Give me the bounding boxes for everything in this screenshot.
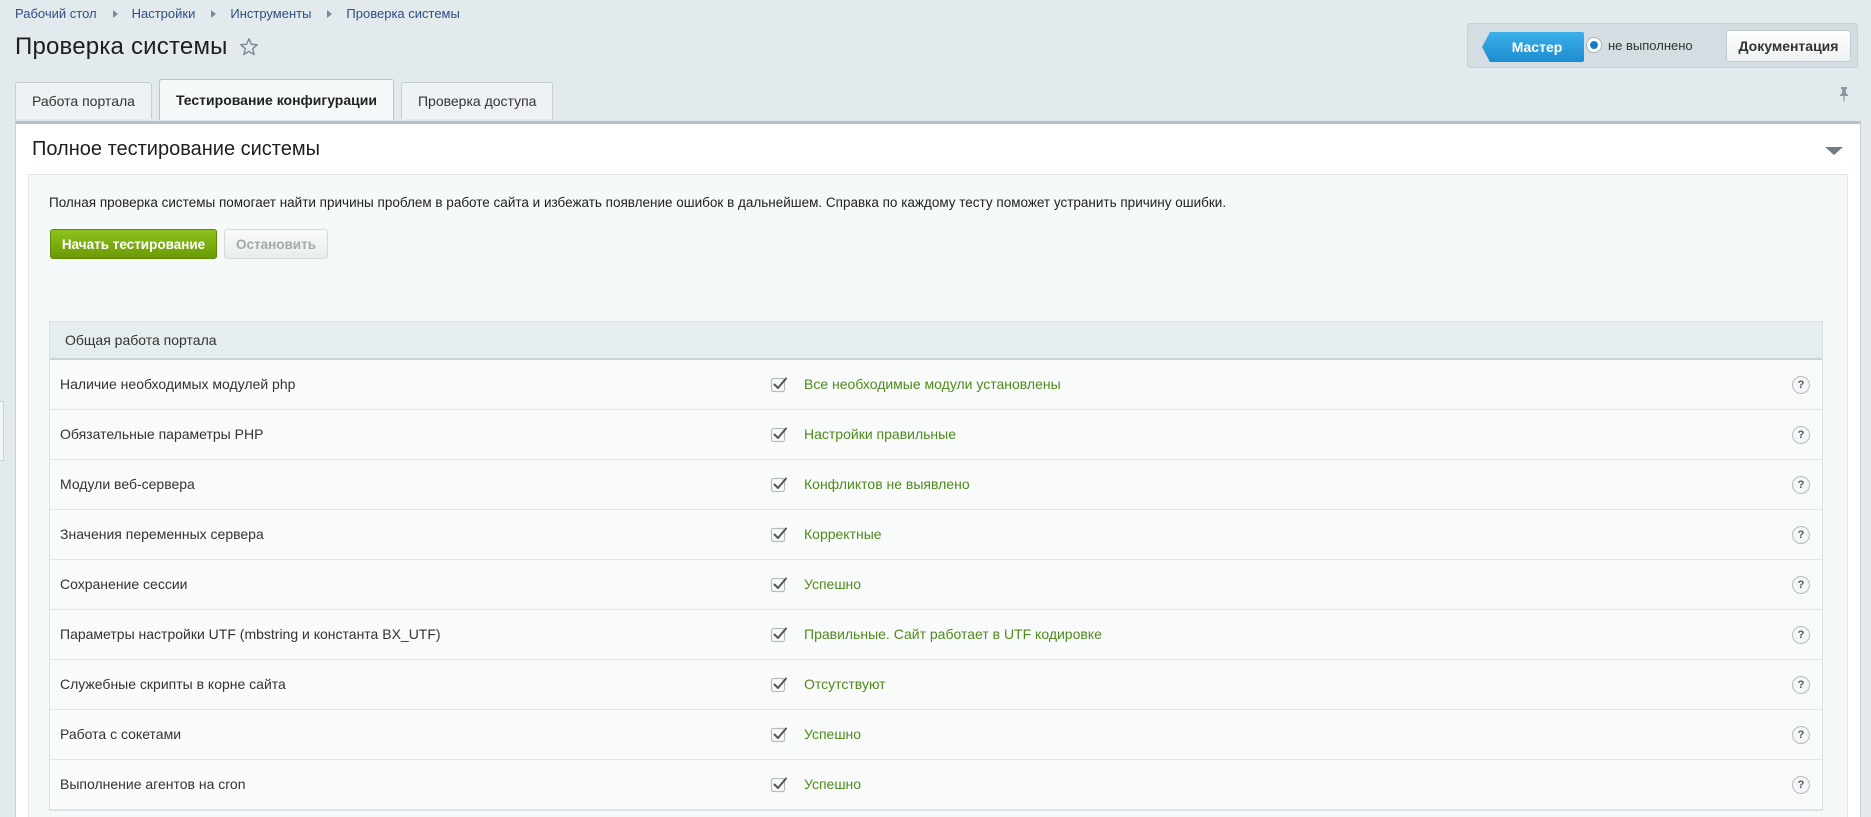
table-row: Обязательные параметры PHP Настройки прав… (50, 410, 1822, 460)
table-row: Значения переменных сервера Корректные? (50, 510, 1822, 560)
help-icon[interactable]: ? (1792, 426, 1810, 444)
test-result: Правильные. Сайт работает в UTF кодировк… (804, 626, 1102, 642)
section-title: Полное тестирование системы (32, 138, 320, 160)
help-icon[interactable]: ? (1792, 576, 1810, 594)
wizard-panel: Мастер не выполнено Документация (1467, 23, 1858, 68)
test-name: Значения переменных сервера (60, 526, 264, 542)
page-title: Проверка системы (15, 33, 228, 60)
test-result: Настройки правильные (804, 426, 956, 442)
pin-icon[interactable] (1836, 86, 1852, 102)
star-icon[interactable] (238, 36, 260, 58)
help-icon[interactable]: ? (1792, 476, 1810, 494)
tabs: Работа портала Тестирование конфигурации… (15, 78, 560, 120)
documentation-button[interactable]: Документация (1726, 30, 1851, 62)
test-result: Отсутствуют (804, 676, 886, 692)
side-panel-handle[interactable] (0, 401, 4, 461)
test-name: Работа с сокетами (60, 726, 182, 742)
check-icon (770, 777, 787, 793)
check-icon (770, 727, 787, 743)
test-result: Успешно (804, 776, 862, 792)
test-name: Выполнение агентов на cron (60, 776, 246, 792)
table-row: Модули веб-сервера Конфликтов не выявлено… (50, 460, 1822, 510)
table-row: Служебные скрипты в корне сайта Отсутству… (50, 660, 1822, 710)
check-icon (770, 427, 787, 443)
check-icon (770, 677, 787, 693)
check-icon (770, 577, 787, 593)
help-icon[interactable]: ? (1792, 376, 1810, 394)
test-panel: Полная проверка системы помогает найти п… (28, 174, 1848, 817)
table-row: Сохранение сессии Успешно? (50, 560, 1822, 610)
tab-config-testing[interactable]: Тестирование конфигурации (158, 79, 394, 120)
test-name: Параметры настройки UTF (mbstring и конс… (60, 626, 441, 642)
start-testing-button[interactable]: Начать тестирование (50, 229, 217, 259)
table-row: Параметры настройки UTF (mbstring и конс… (50, 610, 1822, 660)
breadcrumb: Рабочий стол Настройки Инструменты Прове… (15, 6, 460, 21)
test-name: Служебные скрипты в корне сайта (60, 676, 286, 692)
main-panel: Полное тестирование системы Полная прове… (15, 121, 1861, 817)
check-icon (770, 477, 787, 493)
results-table: Общая работа портала Наличие необходимых… (49, 321, 1823, 811)
check-icon (770, 627, 787, 643)
test-result: Конфликтов не выявлено (804, 476, 970, 492)
table-row: Работа с сокетами Успешно? (50, 710, 1822, 760)
test-result: Корректные (804, 526, 882, 542)
check-icon (770, 377, 787, 393)
test-result: Все необходимые модули установлены (804, 376, 1061, 392)
breadcrumb-arrow-icon (327, 9, 333, 18)
help-icon[interactable]: ? (1792, 726, 1810, 744)
table-row: Выполнение агентов на cron Успешно? (50, 760, 1822, 810)
chevron-down-icon[interactable] (1824, 144, 1844, 158)
test-result: Успешно (804, 726, 862, 742)
wizard-status: не выполнено (1586, 37, 1693, 53)
breadcrumb-item-tools[interactable]: Инструменты (230, 6, 311, 21)
breadcrumb-item-system-check[interactable]: Проверка системы (346, 6, 459, 21)
test-name: Обязательные параметры PHP (60, 426, 264, 442)
test-name: Наличие необходимых модулей php (60, 376, 296, 392)
test-name: Сохранение сессии (60, 576, 188, 592)
table-group-header: Общая работа портала (50, 322, 1822, 360)
table-row: Наличие необходимых модулей php Все необх… (50, 360, 1822, 410)
breadcrumb-arrow-icon (211, 9, 217, 18)
help-icon[interactable]: ? (1792, 626, 1810, 644)
breadcrumb-item-desktop[interactable]: Рабочий стол (15, 6, 97, 21)
section-description: Полная проверка системы помогает найти п… (49, 195, 1227, 210)
breadcrumb-arrow-icon (112, 9, 118, 18)
check-icon (770, 527, 787, 543)
tab-portal-work[interactable]: Работа портала (15, 82, 152, 119)
master-button[interactable]: Мастер (1482, 32, 1584, 62)
help-icon[interactable]: ? (1792, 526, 1810, 544)
test-name: Модули веб-сервера (60, 476, 195, 492)
status-dot-icon (1586, 37, 1602, 53)
wizard-status-text: не выполнено (1608, 37, 1693, 53)
stop-button: Остановить (224, 229, 328, 259)
help-icon[interactable]: ? (1792, 676, 1810, 694)
test-result: Успешно (804, 576, 862, 592)
breadcrumb-item-settings[interactable]: Настройки (132, 6, 196, 21)
help-icon[interactable]: ? (1792, 776, 1810, 794)
tab-access-check[interactable]: Проверка доступа (400, 82, 554, 119)
